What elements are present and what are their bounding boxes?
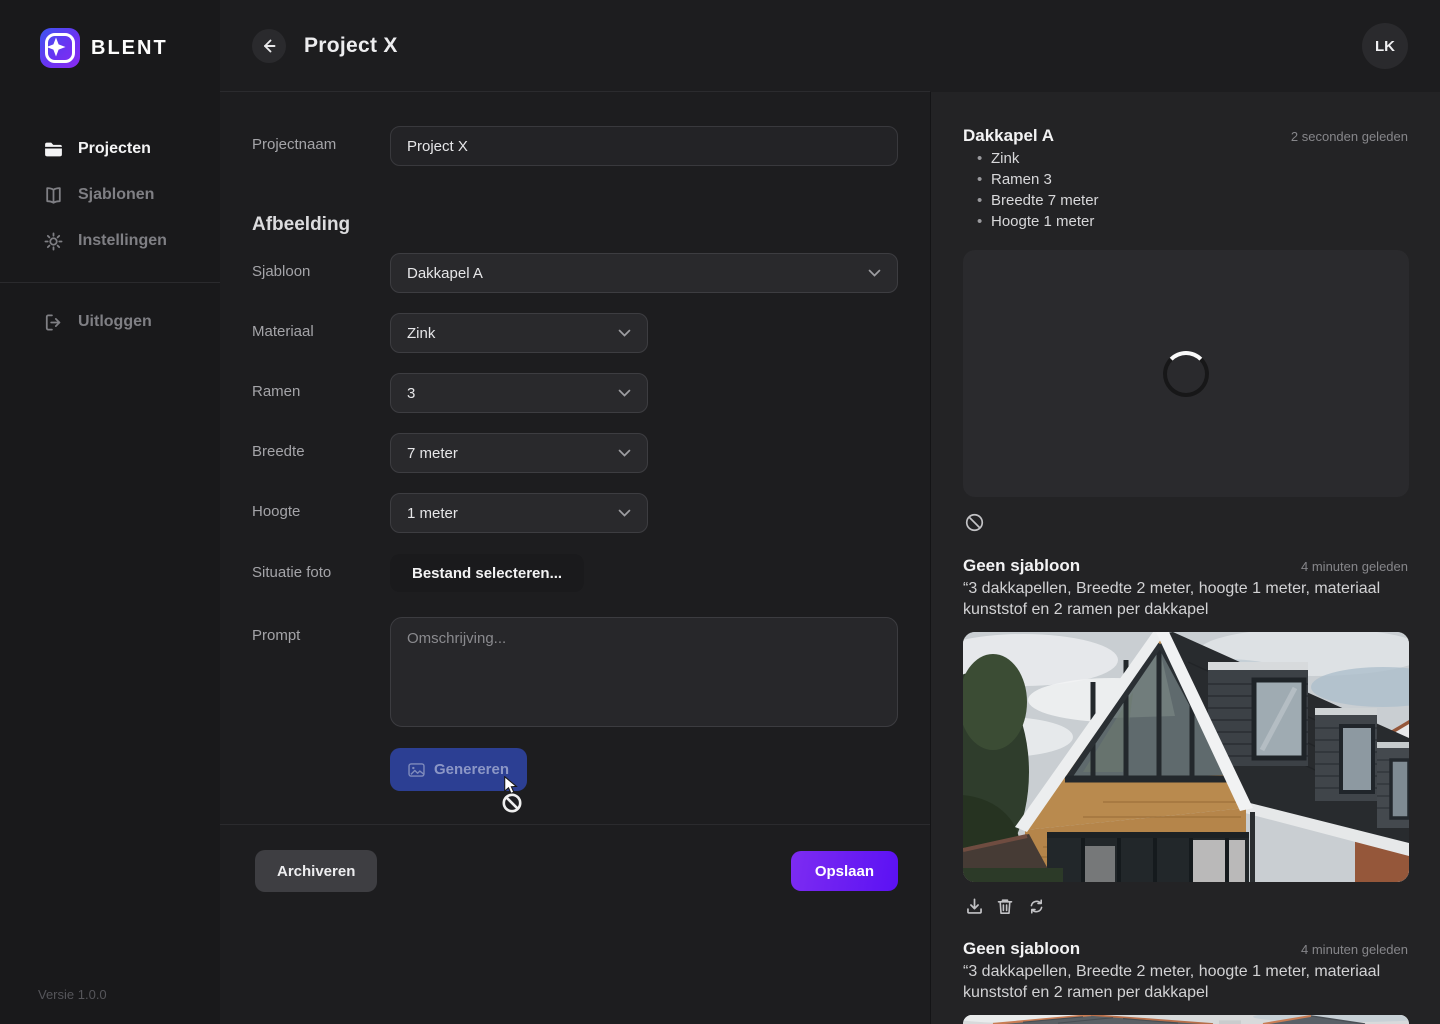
breedte-select[interactable]: 7 meter <box>390 433 648 473</box>
ramen-select[interactable]: 3 <box>390 373 648 413</box>
prompt-label: Prompt <box>252 627 300 644</box>
spec-item: Breedte 7 meter <box>977 190 1099 211</box>
chevron-down-icon <box>618 509 631 517</box>
page-title: Project X <box>304 34 398 58</box>
hoogte-value: 1 meter <box>407 505 458 522</box>
chevron-down-icon <box>618 329 631 337</box>
result-title: Geen sjabloon <box>963 556 1080 576</box>
materiaal-label: Materiaal <box>252 323 314 340</box>
regenerate-button[interactable] <box>1025 895 1047 917</box>
sidebar-item-sjablonen[interactable]: Sjablonen <box>0 172 220 218</box>
breedte-label: Breedte <box>252 443 305 460</box>
chevron-down-icon <box>618 449 631 457</box>
version-label: Versie 1.0.0 <box>38 987 107 1002</box>
hoogte-select[interactable]: 1 meter <box>390 493 648 533</box>
materiaal-value: Zink <box>407 325 435 342</box>
file-select-button[interactable]: Bestand selecteren... <box>390 554 584 592</box>
trash-icon <box>996 897 1014 916</box>
loading-spinner <box>1163 351 1209 397</box>
project-form: Projectnaam Afbeelding Sjabloon Dakkapel… <box>220 92 930 824</box>
book-icon <box>42 184 64 206</box>
section-title-afbeelding: Afbeelding <box>252 214 350 236</box>
hoogte-label: Hoogte <box>252 503 300 520</box>
sidebar-item-label: Projecten <box>78 140 151 158</box>
generating-image-placeholder <box>963 250 1409 497</box>
arrow-left-icon <box>260 37 278 55</box>
projectnaam-input-wrap <box>390 126 898 166</box>
download-button[interactable] <box>963 895 985 917</box>
sjabloon-label: Sjabloon <box>252 263 310 280</box>
sjabloon-value: Dakkapel A <box>407 265 483 282</box>
header-right: LK <box>930 0 1440 92</box>
cancel-generation-button[interactable] <box>963 511 985 533</box>
chevron-down-icon <box>618 389 631 397</box>
save-button[interactable]: Opslaan <box>791 851 898 891</box>
projectnaam-input[interactable] <box>407 138 881 155</box>
folder-icon <box>42 138 64 160</box>
result-timestamp: 4 minuten geleden <box>1301 559 1408 574</box>
spec-item: Ramen 3 <box>977 169 1099 190</box>
logout-icon <box>42 311 64 333</box>
sidebar-item-instellingen[interactable]: Instellingen <box>0 218 220 264</box>
brand[interactable]: BLENT <box>0 0 220 68</box>
dormer-2 <box>1315 708 1377 801</box>
header-main: Project X <box>220 0 930 92</box>
sidebar-item-label: Uitloggen <box>78 313 152 331</box>
ramen-label: Ramen <box>252 383 300 400</box>
result-title: Dakkapel A <box>963 126 1054 146</box>
blent-logo-icon <box>40 28 80 68</box>
result-timestamp: 2 seconden geleden <box>1291 129 1408 144</box>
result-spec-list: Zink Ramen 3 Breedte 7 meter Hoogte 1 me… <box>977 148 1099 232</box>
avatar[interactable]: LK <box>1362 23 1408 69</box>
prompt-textarea-wrap <box>390 617 898 727</box>
generate-button-label: Genereren <box>434 761 509 778</box>
generated-house-image-partial <box>963 1015 1409 1024</box>
sidebar: BLENT Projecten Sjablonen Instellingen <box>0 0 220 1024</box>
back-button[interactable] <box>252 29 286 63</box>
archive-button[interactable]: Archiveren <box>255 850 377 892</box>
form-footer: Archiveren Opslaan <box>220 824 930 1024</box>
header: Project X LK <box>220 0 1440 92</box>
brand-name: BLENT <box>91 37 168 60</box>
materiaal-select[interactable]: Zink <box>390 313 648 353</box>
prompt-textarea[interactable] <box>407 630 881 714</box>
situatie-foto-label: Situatie foto <box>252 564 331 581</box>
result-title: Geen sjabloon <box>963 939 1080 959</box>
sidebar-item-projecten[interactable]: Projecten <box>0 126 220 172</box>
results-panel: Dakkapel A 2 seconden geleden Zink Ramen… <box>930 0 1440 1024</box>
result-description: “3 dakkapellen, Breedte 2 meter, hoogte … <box>963 578 1409 620</box>
sidebar-item-label: Sjablonen <box>78 186 154 204</box>
sidebar-nav: Projecten Sjablonen Instellingen <box>0 126 220 264</box>
projectnaam-label: Projectnaam <box>252 136 336 153</box>
sidebar-divider <box>0 282 220 283</box>
spec-item: Hoogte 1 meter <box>977 211 1099 232</box>
generated-house-image <box>963 632 1409 882</box>
result-timestamp: 4 minuten geleden <box>1301 942 1408 957</box>
result-description: “3 dakkapellen, Breedte 2 meter, hoogte … <box>963 961 1409 1003</box>
image-icon <box>408 763 425 777</box>
generate-button[interactable]: Genereren <box>390 748 527 791</box>
dormer-3 <box>1377 742 1409 828</box>
breedte-value: 7 meter <box>407 445 458 462</box>
download-icon <box>965 897 984 916</box>
refresh-icon <box>1027 897 1046 916</box>
ramen-value: 3 <box>407 385 415 402</box>
gear-icon <box>42 230 64 252</box>
delete-button[interactable] <box>994 895 1016 917</box>
sjabloon-select[interactable]: Dakkapel A <box>390 253 898 293</box>
chevron-down-icon <box>868 269 881 277</box>
spec-item: Zink <box>977 148 1099 169</box>
app-window: BLENT Projecten Sjablonen Instellingen <box>0 0 1440 1024</box>
sidebar-item-label: Instellingen <box>78 232 167 250</box>
block-icon <box>964 512 985 533</box>
sidebar-item-uitloggen[interactable]: Uitloggen <box>0 299 220 345</box>
